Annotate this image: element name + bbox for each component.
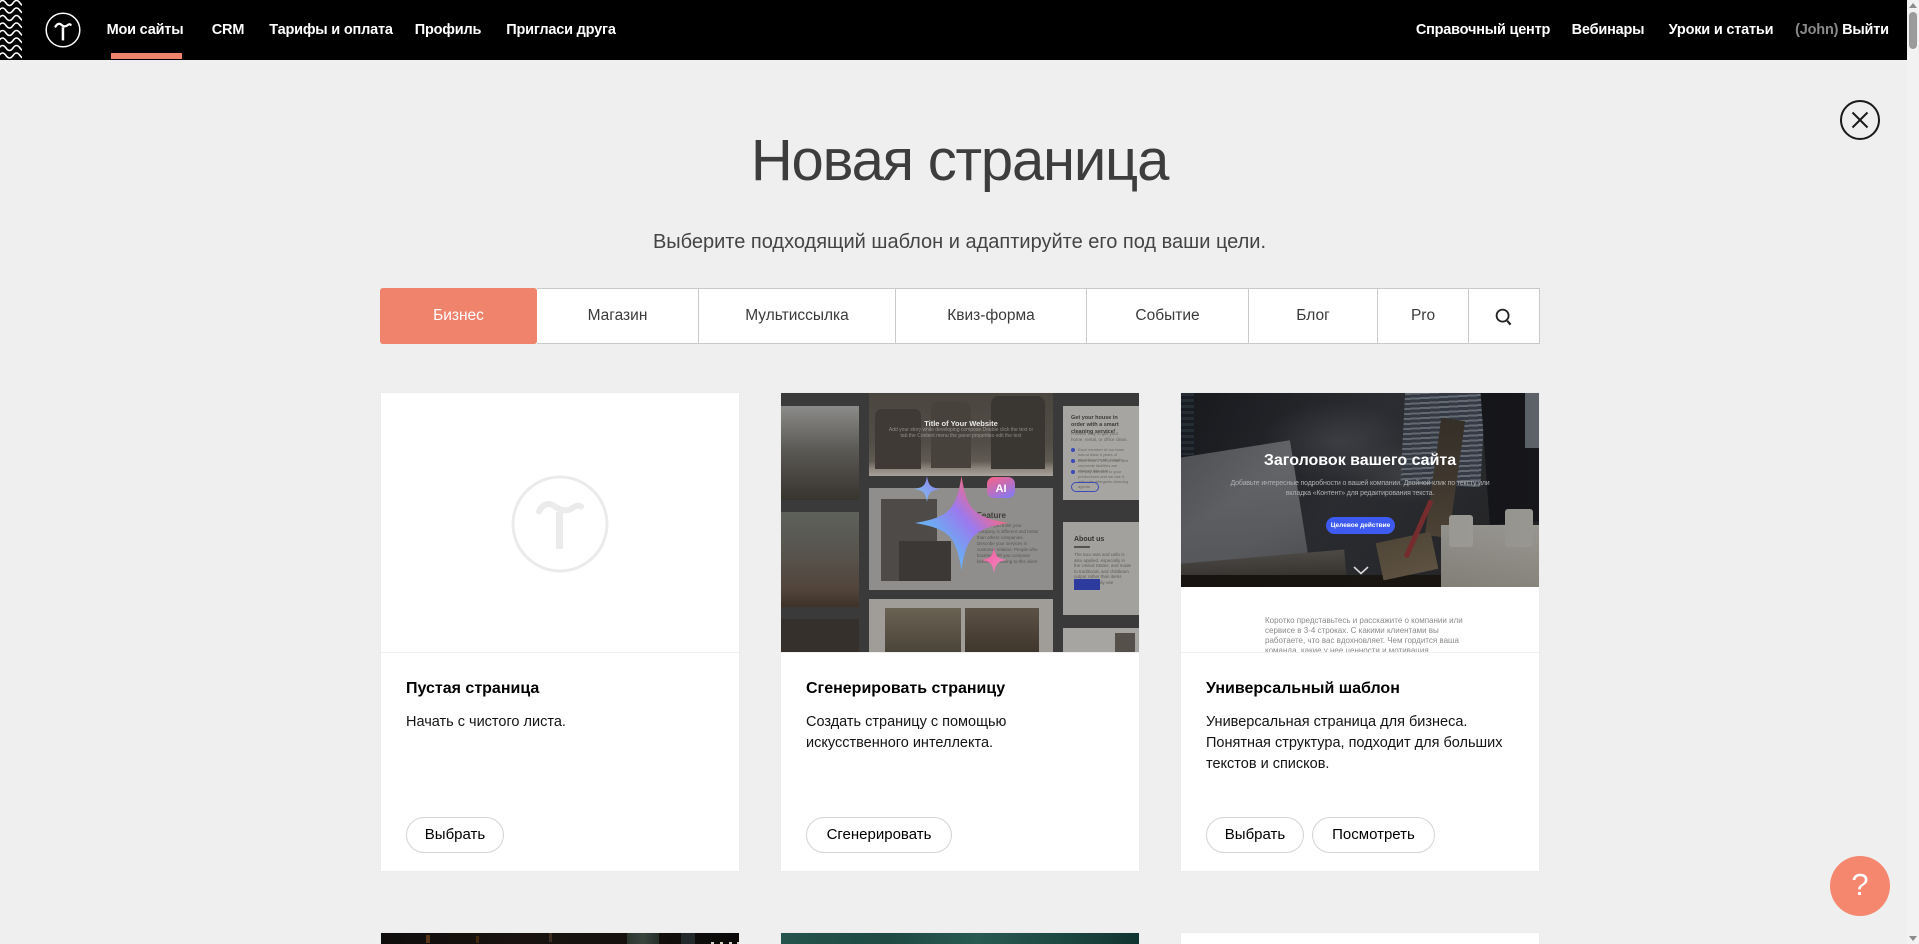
svg-text:AI: AI — [996, 483, 1007, 495]
